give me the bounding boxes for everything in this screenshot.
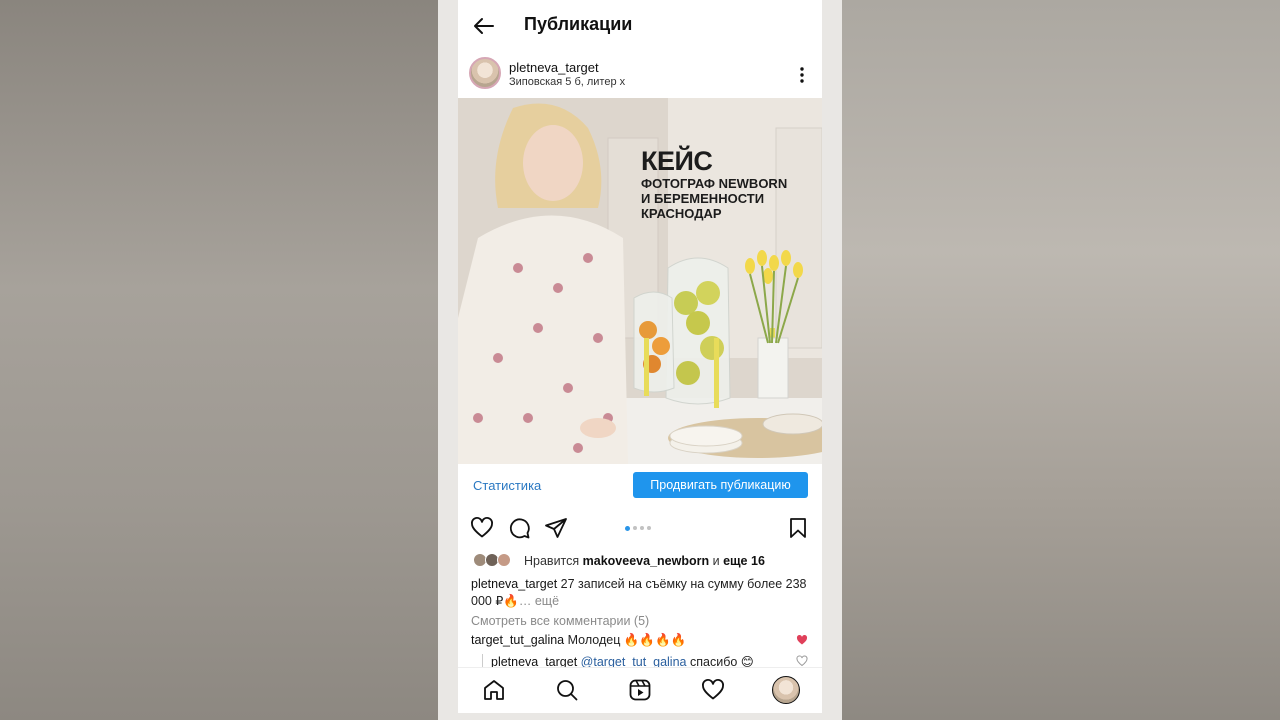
search-icon[interactable] xyxy=(555,678,579,702)
background-blur-left xyxy=(0,0,438,720)
comment-username[interactable]: target_tut_galina xyxy=(471,633,564,647)
likes-joiner: и xyxy=(712,554,720,568)
likes-row[interactable]: Нравится makoveeva_newborn и еще 16 xyxy=(458,551,822,571)
reels-icon[interactable] xyxy=(628,678,652,702)
activity-heart-icon[interactable] xyxy=(701,678,725,702)
avatar[interactable] xyxy=(469,57,501,89)
home-icon[interactable] xyxy=(482,678,506,702)
page-title: Публикации xyxy=(524,14,633,34)
promote-button[interactable]: Продвигать публикацию xyxy=(633,472,808,498)
bottom-navigation xyxy=(458,667,822,713)
comment-icon[interactable] xyxy=(507,516,531,540)
caption-username[interactable]: pletneva_target xyxy=(471,577,557,591)
likes-prefix: Нравится xyxy=(524,554,580,568)
caption-more-link[interactable]: … ещё xyxy=(519,594,559,608)
send-icon[interactable] xyxy=(544,516,568,540)
post-image[interactable]: КЕЙС ФОТОГРАФ NEWBORN И БЕРЕМЕННОСТИ КРА… xyxy=(458,98,822,464)
likes-others[interactable]: еще 16 xyxy=(723,554,765,568)
likes-text[interactable]: Нравится makoveeva_newborn и еще 16 xyxy=(524,554,765,568)
liker-avatar xyxy=(497,553,511,567)
background-blur-right xyxy=(842,0,1280,720)
post-caption: pletneva_target 27 записей на съёмку на … xyxy=(471,576,811,610)
instagram-screen: Публикации pletneva_target Зиповская 5 б… xyxy=(458,0,822,713)
comment-text: Молодец 🔥🔥🔥🔥 xyxy=(567,633,687,647)
phone-frame: Публикации pletneva_target Зиповская 5 б… xyxy=(438,0,842,720)
heart-icon[interactable] xyxy=(470,516,494,540)
comment-like-heart-icon[interactable] xyxy=(796,634,808,646)
carousel-indicator xyxy=(625,525,655,532)
statistics-link[interactable]: Статистика xyxy=(473,478,541,493)
post-username[interactable]: pletneva_target xyxy=(509,60,599,75)
comment: target_tut_galina Молодец 🔥🔥🔥🔥 xyxy=(471,633,686,648)
image-title: КЕЙС xyxy=(641,146,713,176)
bookmark-icon[interactable] xyxy=(786,516,810,540)
more-vertical-icon[interactable] xyxy=(794,64,810,86)
photo-illustration xyxy=(458,98,822,464)
carousel-dot xyxy=(647,526,651,530)
reply-like-heart-icon[interactable] xyxy=(796,655,808,667)
post-location[interactable]: Зиповская 5 б, литер х xyxy=(509,76,625,88)
carousel-dot-active xyxy=(625,525,630,531)
top-bar: Публикации xyxy=(458,0,822,50)
arrow-left-icon[interactable] xyxy=(472,14,496,38)
image-subtitle: ФОТОГРАФ NEWBORN И БЕРЕМЕННОСТИ КРАСНОДА… xyxy=(641,176,788,221)
carousel-dot xyxy=(640,526,644,530)
view-comments-link[interactable]: Смотреть все комментарии (5) xyxy=(471,614,649,628)
post-header: pletneva_target Зиповская 5 б, литер х xyxy=(458,52,822,98)
carousel-dot xyxy=(633,526,637,530)
likes-user[interactable]: makoveeva_newborn xyxy=(583,554,709,568)
post-actions xyxy=(458,514,822,544)
profile-avatar[interactable] xyxy=(772,676,800,704)
insights-row: Статистика Продвигать публикацию xyxy=(458,466,822,506)
